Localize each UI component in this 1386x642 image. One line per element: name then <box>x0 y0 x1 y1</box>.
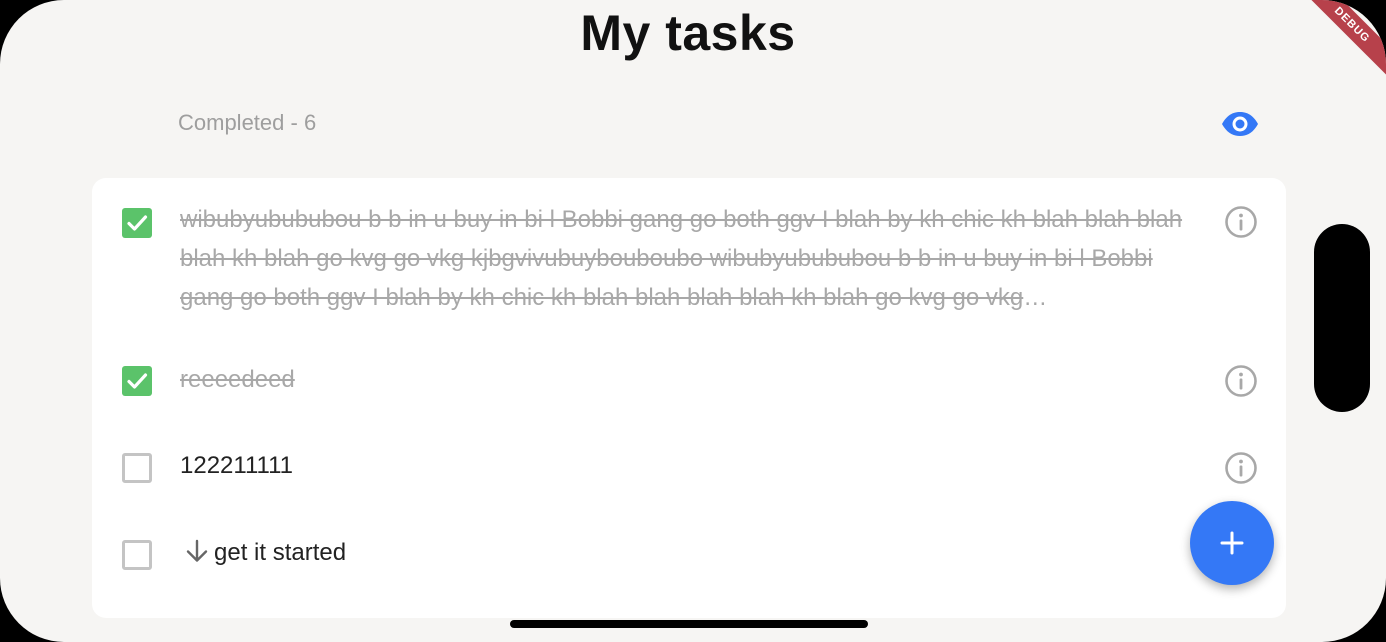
home-indicator[interactable] <box>510 620 868 628</box>
show-completed-toggle[interactable] <box>1220 106 1260 142</box>
task-item: get it started <box>92 533 1286 583</box>
task-item: reeeedeed <box>92 360 1286 410</box>
task-title: wibubyubububou b b in u buy in bi l Bobb… <box>180 206 1183 311</box>
arrow-down-icon <box>184 537 210 576</box>
device-side-pill <box>1314 224 1370 412</box>
task-info-button[interactable] <box>1224 205 1258 239</box>
check-icon <box>127 215 148 231</box>
page-title: My tasks <box>580 5 796 61</box>
task-checkbox[interactable] <box>122 208 152 238</box>
task-checkbox[interactable] <box>122 453 152 483</box>
info-icon <box>1225 452 1257 484</box>
info-icon <box>1225 365 1257 397</box>
plus-icon <box>1220 531 1244 555</box>
info-icon <box>1225 206 1257 238</box>
task-title: reeeedeed <box>180 366 295 393</box>
completed-count-label: Completed - 6 <box>178 110 317 135</box>
task-checkbox[interactable] <box>122 540 152 570</box>
task-title: get it started <box>214 539 347 566</box>
check-icon <box>127 373 148 389</box>
app-screen: My tasks DEBUG Completed - 6 wibubyububu… <box>0 0 1386 642</box>
task-list: wibubyubububou b b in u buy in bi l Bobb… <box>92 178 1286 618</box>
task-item: wibubyubububou b b in u buy in bi l Bobb… <box>92 200 1286 340</box>
add-task-button[interactable] <box>1190 501 1274 585</box>
device-frame: My tasks DEBUG Completed - 6 wibubyububu… <box>0 0 1386 642</box>
task-info-button[interactable] <box>1224 451 1258 485</box>
eye-icon <box>1222 112 1258 136</box>
task-checkbox[interactable] <box>122 366 152 396</box>
task-item: 122211111 <box>92 446 1286 496</box>
task-title: 122211111 <box>180 452 294 479</box>
task-info-button[interactable] <box>1224 364 1258 398</box>
